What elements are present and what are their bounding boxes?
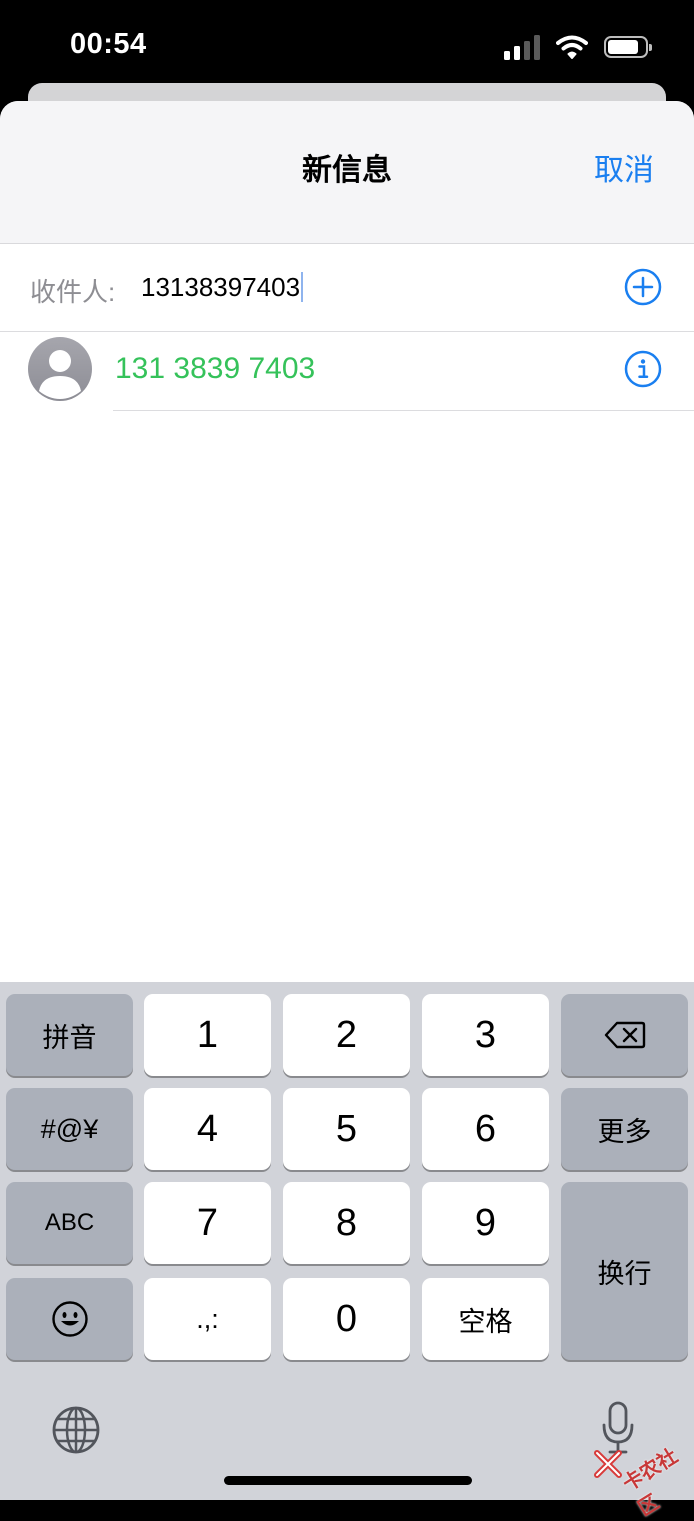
info-icon[interactable]: [624, 350, 662, 388]
suggested-number: 131 3839 7403: [115, 352, 316, 385]
cancel-button[interactable]: 取消: [594, 145, 654, 189]
key-8[interactable]: 8: [283, 1182, 410, 1264]
recipient-label: 收件人:: [30, 277, 116, 307]
key-2[interactable]: 2: [283, 994, 410, 1076]
recipient-field[interactable]: 收件人: 13138397403: [0, 244, 694, 332]
battery-icon: [604, 36, 652, 58]
person-icon: [39, 350, 81, 399]
navigation-bar: 新信息 取消: [0, 101, 694, 244]
key-space[interactable]: 空格: [422, 1278, 549, 1360]
key-9[interactable]: 9: [422, 1182, 549, 1264]
add-contact-icon[interactable]: [624, 268, 662, 306]
key-7[interactable]: 7: [144, 1182, 271, 1264]
home-indicator[interactable]: [224, 1476, 472, 1485]
wifi-icon: [556, 35, 588, 59]
key-4[interactable]: 4: [144, 1088, 271, 1170]
key-delete[interactable]: [561, 994, 688, 1076]
key-6[interactable]: 6: [422, 1088, 549, 1170]
delete-backspace-icon: [604, 1021, 645, 1049]
key-0[interactable]: 0: [283, 1278, 410, 1360]
key-1[interactable]: 1: [144, 994, 271, 1076]
clock: 00:54: [70, 28, 147, 60]
cellular-signal-icon: [504, 34, 540, 60]
avatar: [28, 337, 92, 401]
page-title: 新信息: [302, 154, 392, 187]
key-5[interactable]: 5: [283, 1088, 410, 1170]
key-punctuation[interactable]: .,:: [144, 1278, 271, 1360]
emoji-icon: [51, 1301, 88, 1337]
key-return[interactable]: 换行: [561, 1182, 688, 1360]
text-cursor: [301, 272, 304, 302]
globe-icon[interactable]: [50, 1404, 102, 1456]
recipient-value: 13138397403: [141, 272, 301, 302]
numeric-keyboard: 拼音 1 2 3 #@¥ 4 5 6 更多 ABC 7 8 9 换行 .,: 0…: [0, 982, 694, 1500]
recipient-input[interactable]: 13138397403: [141, 272, 304, 303]
contact-suggestion[interactable]: 131 3839 7403: [0, 332, 694, 412]
key-symbols[interactable]: #@¥: [6, 1088, 133, 1170]
key-3[interactable]: 3: [422, 994, 549, 1076]
status-icons: [504, 30, 652, 64]
suggestion-divider: [113, 410, 694, 411]
key-abc[interactable]: ABC: [6, 1182, 133, 1264]
status-bar: 00:54: [0, 0, 694, 90]
key-emoji[interactable]: [6, 1278, 133, 1360]
key-pinyin[interactable]: 拼音: [6, 994, 133, 1076]
key-more[interactable]: 更多: [561, 1088, 688, 1170]
